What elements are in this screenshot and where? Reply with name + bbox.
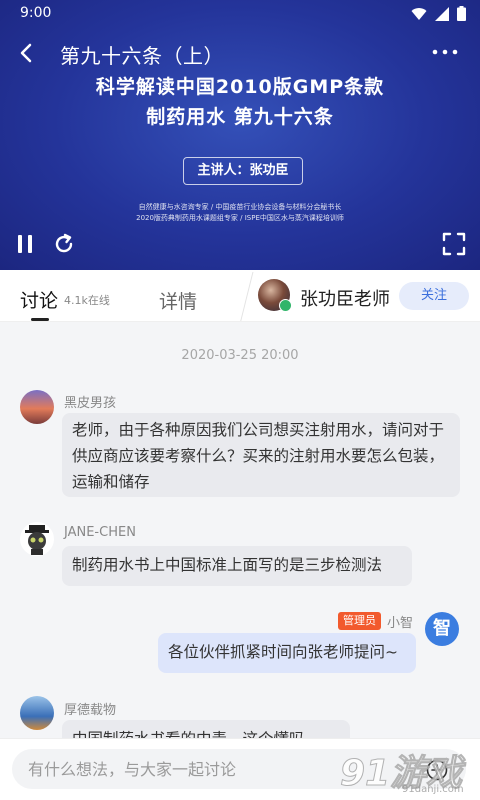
message-username: 厚德载物 (64, 703, 117, 718)
pause-icon[interactable] (14, 232, 38, 256)
tab-details[interactable]: 详情 (159, 287, 197, 314)
chat-timestamp: 2020-03-25 20:00 (181, 348, 299, 363)
status-time: 9:00 (20, 5, 52, 21)
message-bubble[interactable]: 老师，由于各种原因我们公司想买注射用水，请问对于供应商应该要考察什么？买来的注射… (62, 413, 460, 497)
message-username: JANE-CHEN (64, 525, 136, 540)
avatar[interactable] (20, 390, 54, 424)
refresh-icon[interactable] (52, 232, 76, 256)
avatar[interactable] (20, 522, 54, 556)
avatar[interactable]: 智 (425, 612, 459, 646)
message-bubble[interactable]: 中国制药水书看的中毒，这个懂吗 (62, 720, 350, 738)
tab-discuss[interactable]: 讨论 (20, 286, 58, 313)
follow-button[interactable]: 关注 (399, 282, 469, 310)
verified-icon (279, 299, 292, 312)
message-bubble[interactable]: 各位伙伴抓紧时间向张老师提问~ (158, 633, 416, 673)
back-icon[interactable] (12, 38, 42, 68)
chat-list[interactable]: 2020-03-25 20:00 黑皮男孩 老师，由于各种原因我们公司想买注射用… (0, 322, 480, 738)
status-icons (411, 6, 466, 21)
more-icon[interactable] (430, 44, 460, 60)
avatar-image (25, 525, 49, 555)
online-count: 4.1k在线 (64, 294, 110, 307)
admin-badge: 管理员 (338, 612, 381, 630)
comment-input[interactable] (12, 749, 466, 789)
battery-icon (457, 6, 466, 21)
teacher-name[interactable]: 张功臣老师 (300, 285, 390, 311)
message-username: 黑皮男孩 (64, 396, 117, 411)
video-title: 第九十六条（上） (60, 44, 224, 68)
status-bar: 9:00 (0, 0, 480, 28)
fullscreen-icon[interactable] (442, 232, 466, 256)
video-top-bar: 第九十六条（上） (0, 36, 480, 72)
add-icon[interactable] (426, 759, 448, 781)
message-bubble[interactable]: 制药用水书上中国标准上面写的是三步检测法 (62, 546, 412, 586)
avatar[interactable] (20, 696, 54, 730)
video-player[interactable]: 9:00 第九十六条（上） 科学解读中国2010版GMP条款 制药用水 第九十六… (0, 0, 480, 270)
slide-heading: 科学解读中国2010版GMP条款 (95, 76, 385, 98)
comment-bar (0, 738, 480, 800)
wifi-icon (411, 7, 427, 20)
message-username: 小智 (387, 616, 414, 631)
slide-subheading: 制药用水 第九十六条 (146, 106, 334, 128)
slide-speaker: 主讲人：张功臣 (183, 157, 303, 185)
slide-credit: 自然健康与水咨询专家 / 中国疫苗行业协会设备与材料分会秘书长 (138, 203, 342, 211)
signal-icon (435, 6, 449, 21)
slide-credit: 2020版药典制药用水课题组专家 / ISPE中国区水与蒸汽课程培训师 (136, 214, 344, 222)
